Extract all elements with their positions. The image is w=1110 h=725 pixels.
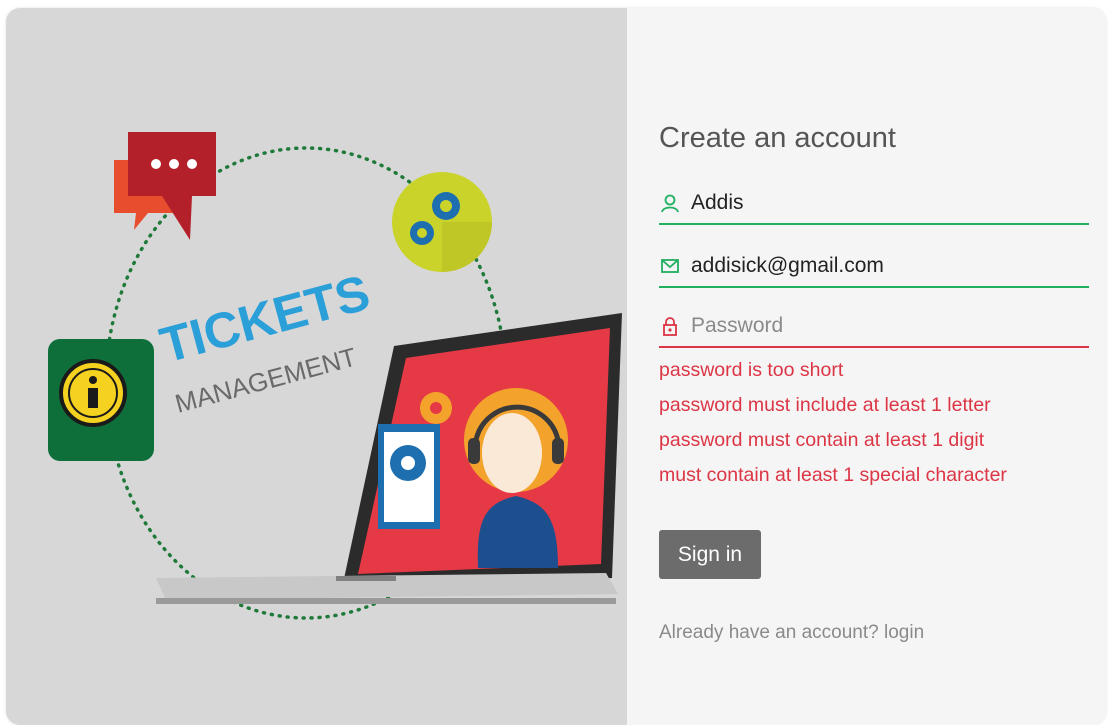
error-needs-letter: password must include at least 1 letter	[659, 394, 991, 416]
email-input[interactable]	[691, 254, 1071, 278]
form-title: Create an account	[659, 122, 896, 154]
illustration-art: TICKETS MANAGEMENT	[48, 132, 622, 620]
error-too-short: password is too short	[659, 359, 844, 381]
lock-icon	[659, 315, 681, 337]
password-input[interactable]	[691, 314, 1071, 338]
user-icon	[659, 192, 681, 214]
username-field	[659, 183, 1089, 225]
error-needs-digit: password must contain at least 1 digit	[659, 429, 985, 451]
login-link[interactable]: login	[884, 622, 924, 643]
password-errors: password is too short password must incl…	[659, 353, 1007, 493]
login-prompt: Already have an account? login	[659, 622, 924, 644]
tickets-illustration: TICKETS MANAGEMENT	[6, 8, 627, 725]
password-field	[659, 306, 1089, 348]
username-input[interactable]	[691, 191, 1071, 215]
info-icon	[48, 339, 154, 461]
error-needs-special: must contain at least 1 special characte…	[659, 464, 1007, 486]
gears-icon	[392, 172, 492, 272]
login-prompt-text: Already have an account?	[659, 622, 879, 643]
email-field	[659, 246, 1089, 288]
signup-card: TICKETS MANAGEMENT Create an account Add…	[6, 8, 1106, 725]
signup-form-panel: Create an account Addis addisick@gmail.c…	[627, 8, 1106, 725]
chat-bubble-icon	[114, 132, 216, 240]
mail-icon	[659, 255, 681, 277]
sign-in-button[interactable]: Sign in	[659, 530, 761, 579]
